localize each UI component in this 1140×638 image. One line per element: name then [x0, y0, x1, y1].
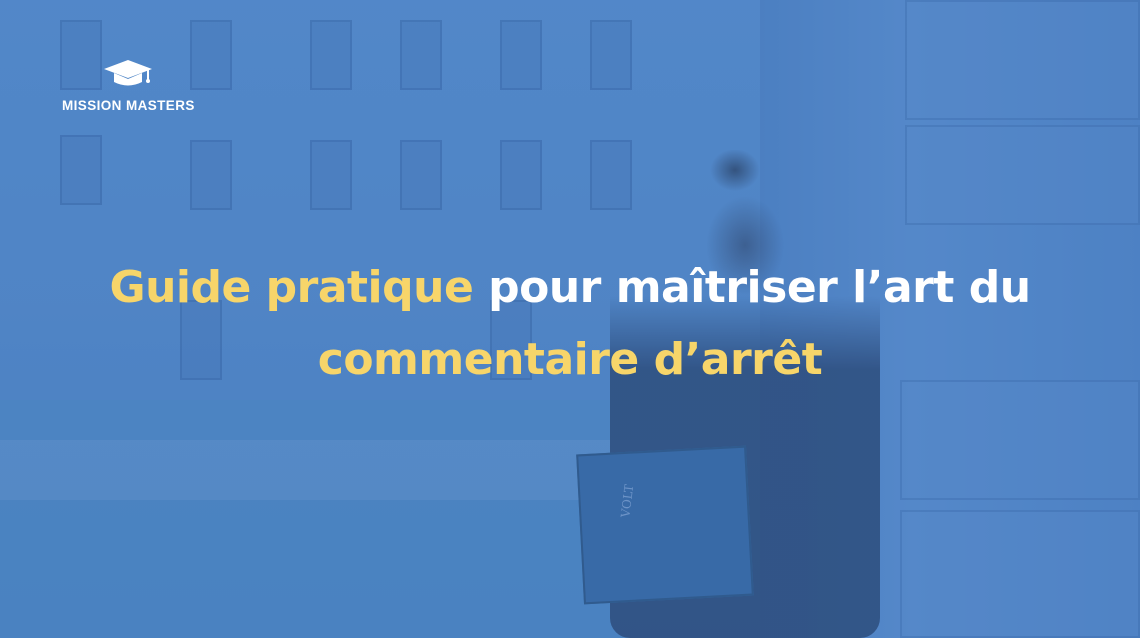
- graduation-cap-icon: [104, 60, 153, 86]
- brand-logo[interactable]: MISSION MASTERS: [62, 58, 195, 113]
- title-text: pour maîtriser l’art du: [488, 262, 1031, 313]
- hero-banner: VOLT MISSION MASTERS Guide pratique pour…: [0, 0, 1140, 638]
- title-highlight: Guide pratique: [109, 262, 474, 313]
- title-highlight-2: commentaire d’arrêt: [317, 334, 823, 385]
- page-title: Guide pratique pour maîtriser l’art du c…: [0, 252, 1140, 396]
- brand-name: MISSION MASTERS: [62, 98, 195, 113]
